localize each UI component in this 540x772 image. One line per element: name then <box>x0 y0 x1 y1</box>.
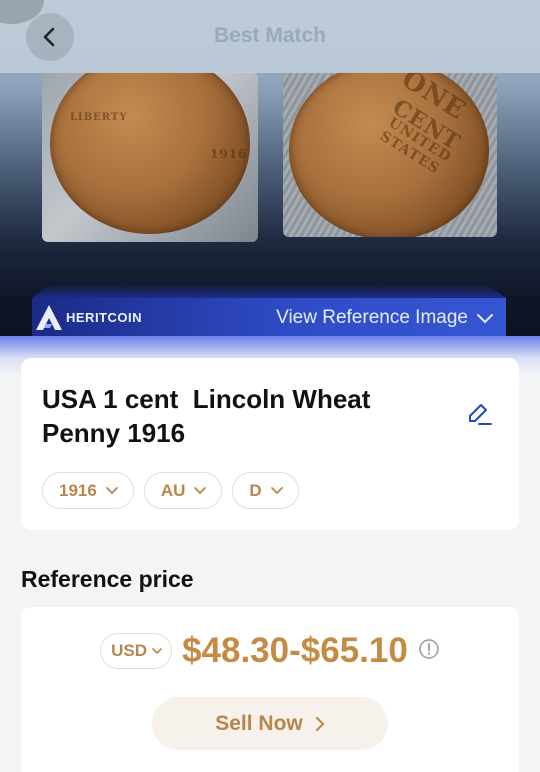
mint-mark-chip-label: D <box>249 480 262 500</box>
coin-title: USA 1 cent Lincoln Wheat Penny 1916 <box>42 384 378 448</box>
info-icon <box>419 638 439 659</box>
edit-icon <box>469 404 492 425</box>
obverse-year: 1916 <box>210 147 248 161</box>
price-info-button[interactable] <box>418 638 440 665</box>
view-reference-image-link[interactable]: View Reference Image <box>276 307 496 329</box>
view-reference-label: View Reference Image <box>276 307 468 328</box>
brand-name: HERITCOIN <box>66 309 142 325</box>
coin-reverse-photo[interactable]: ONE CENT UNITED STATES <box>283 72 497 237</box>
page-title: Best Match <box>213 24 327 47</box>
coin-obverse: LIBERTY 1916 <box>50 72 250 234</box>
grade-chip-label: AU <box>160 480 186 500</box>
sell-now-button[interactable]: Sell Now <box>152 697 388 750</box>
coin-reverse: ONE CENT UNITED STATES <box>289 72 489 237</box>
coin-obverse-photo[interactable]: LIBERTY 1916 <box>42 72 258 242</box>
chevron-down-icon <box>152 647 162 654</box>
year-chip-label: 1916 <box>59 480 97 500</box>
chevron-down-icon <box>105 486 118 494</box>
mint-mark-chip[interactable]: D <box>232 472 299 509</box>
edit-button[interactable] <box>465 400 493 433</box>
grade-chip[interactable]: AU <box>143 472 223 509</box>
obverse-motto: LIBERTY <box>70 112 128 123</box>
price-row: USD $48.30-$65.10 <box>21 631 519 671</box>
chevron-down-icon <box>477 314 493 324</box>
chevron-down-icon <box>194 486 207 494</box>
sell-now-label: Sell Now <box>215 711 303 735</box>
reference-price-heading: Reference price <box>21 566 194 592</box>
coin-info-card: USA 1 cent Lincoln Wheat Penny 1916 1916… <box>21 358 519 530</box>
chevron-down-icon <box>270 486 283 494</box>
heritcoin-brand: HERITCOIN <box>34 303 142 331</box>
heritcoin-logo-icon <box>36 305 62 330</box>
currency-selector[interactable]: USD <box>100 633 173 669</box>
currency-label: USD <box>111 641 148 660</box>
year-chip[interactable]: 1916 <box>42 472 134 509</box>
chevron-right-icon <box>315 716 325 731</box>
attribute-chips: 1916 AU D <box>42 472 299 509</box>
price-range: $48.30-$65.10 <box>182 631 408 670</box>
reference-bar-bevel <box>32 284 506 298</box>
reference-image-bar[interactable]: HERITCOIN View Reference Image <box>32 298 506 336</box>
top-header: Best Match <box>0 0 540 73</box>
reference-price-card: USD $48.30-$65.10 Sell Now <box>21 607 519 772</box>
